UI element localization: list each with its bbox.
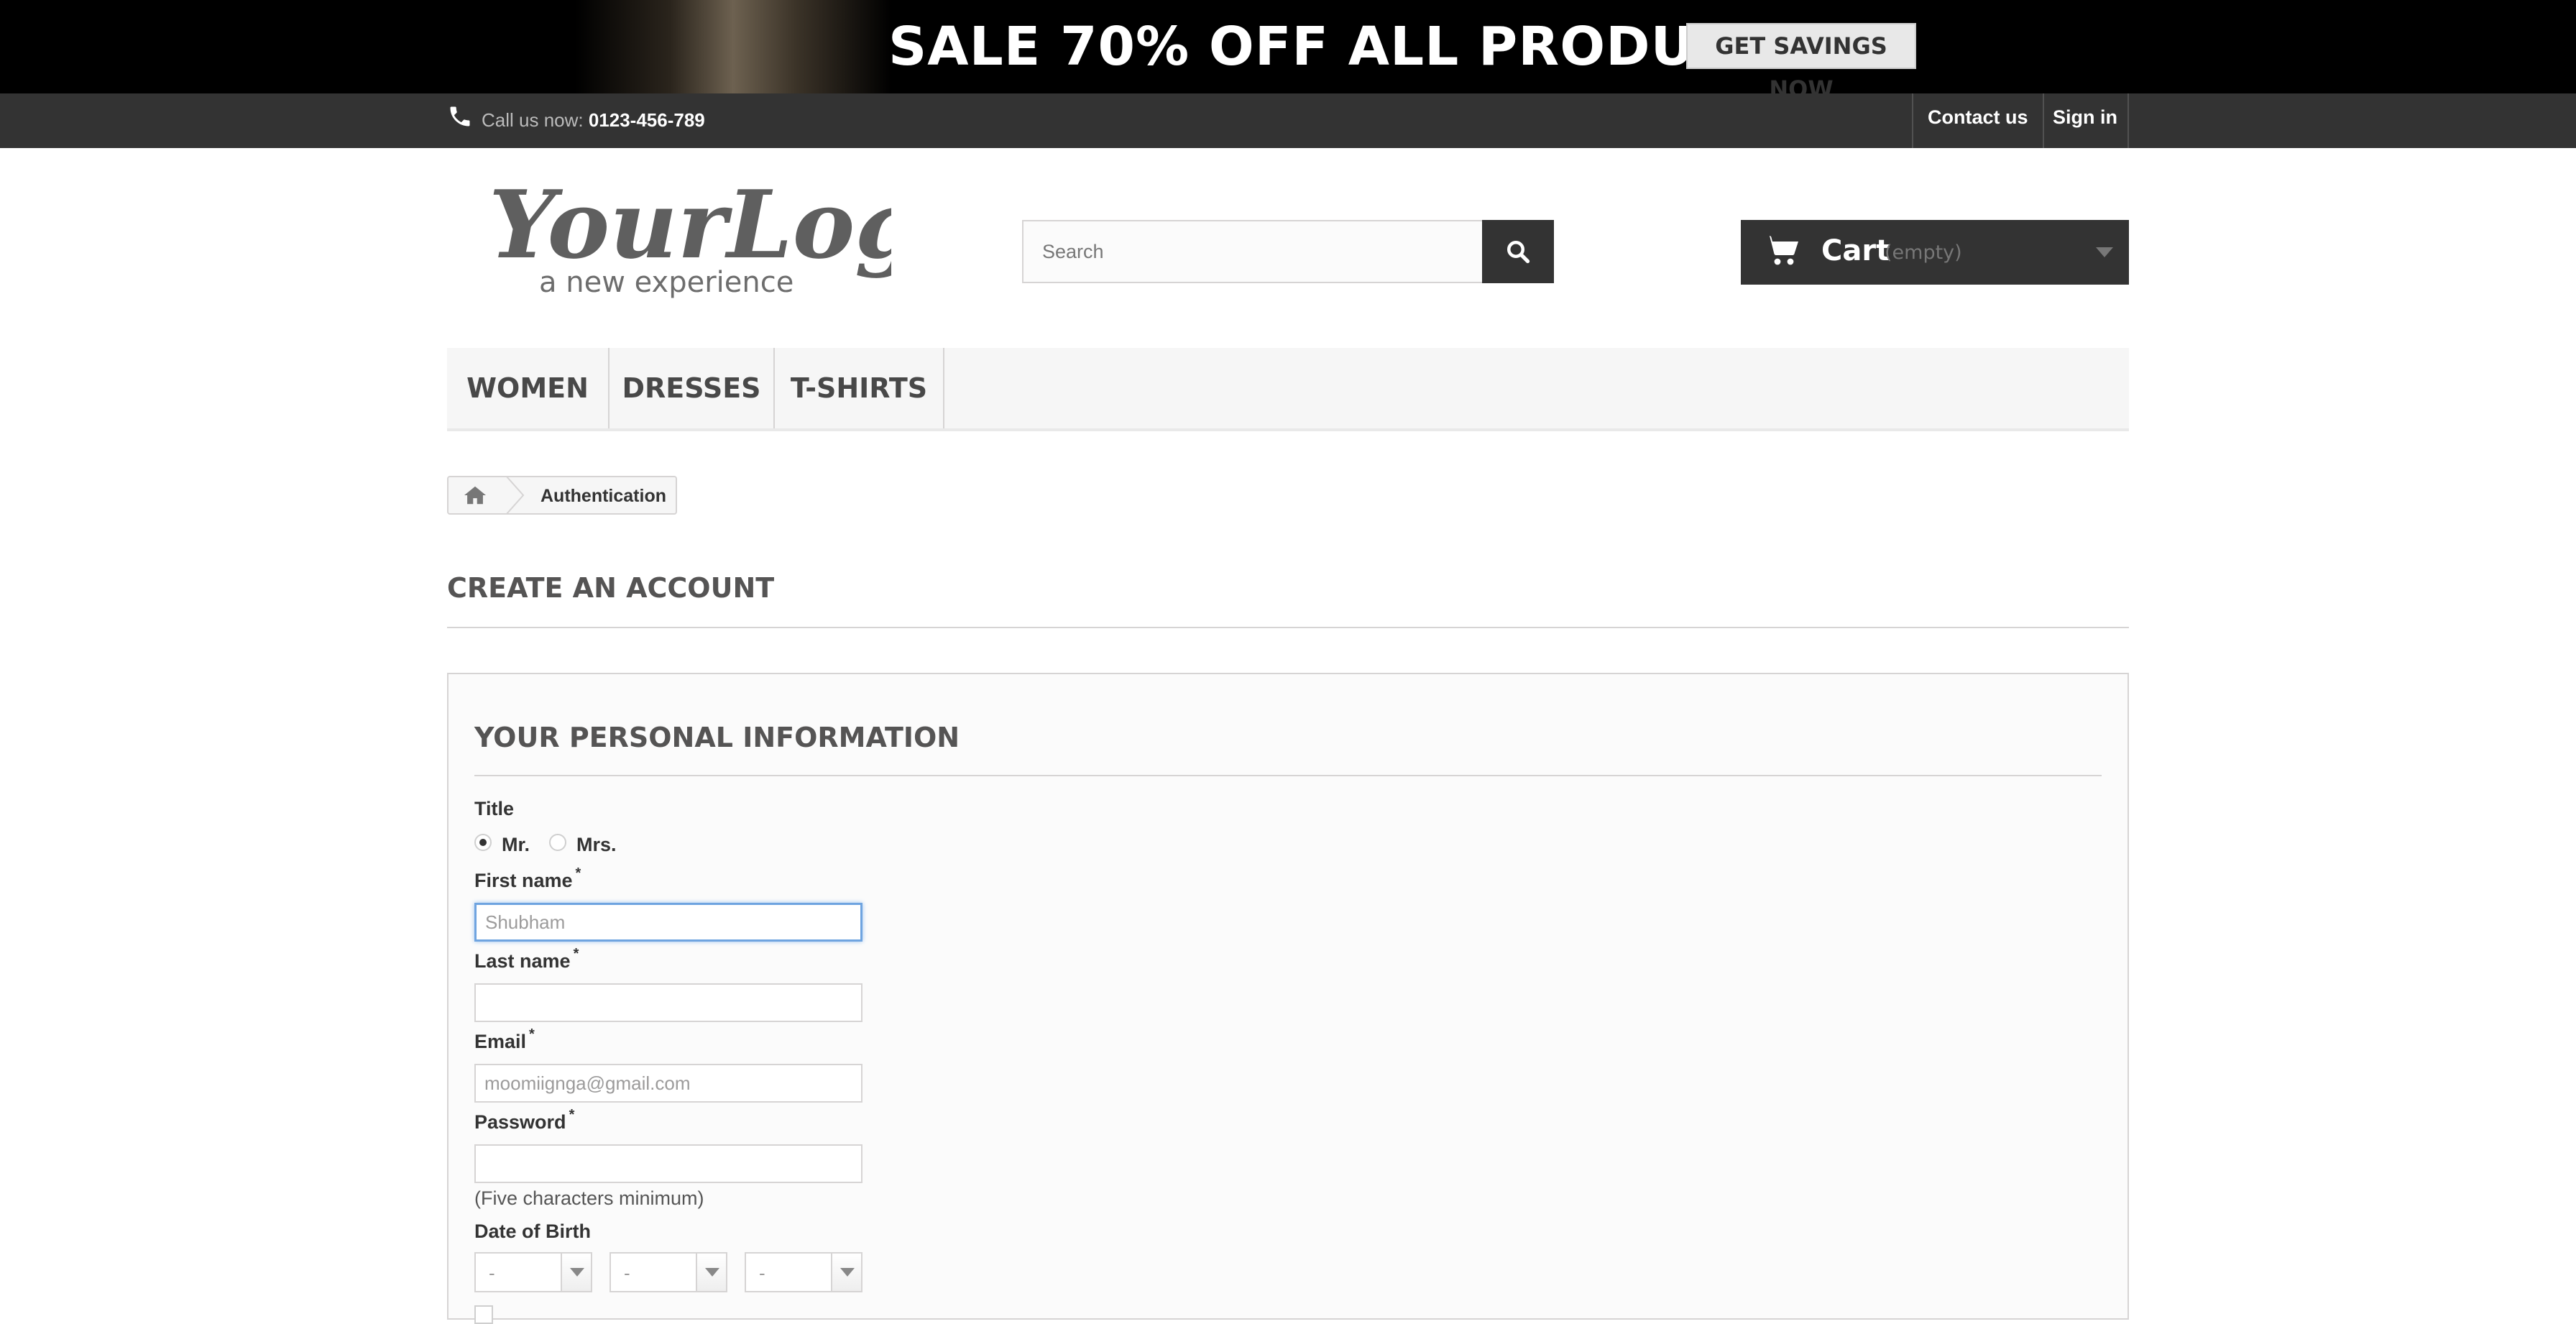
radio-mrs[interactable]: [549, 834, 566, 851]
last-name-field[interactable]: [474, 983, 862, 1022]
password-hint: (Five characters minimum): [474, 1187, 704, 1209]
radio-mrs-label[interactable]: Mrs.: [576, 834, 617, 856]
title-label: Title: [474, 798, 515, 819]
menu-tab-women[interactable]: WOMEN: [447, 348, 610, 428]
page-title: CREATE AN ACCOUNT: [447, 572, 775, 604]
main-menu: WOMEN DRESSES T-SHIRTS: [447, 348, 2129, 431]
first-name-field[interactable]: [474, 903, 862, 942]
sign-in-link[interactable]: Sign in: [2053, 106, 2117, 129]
top-nav-bar: Call us now: 0123-456-789 Contact us Sig…: [0, 93, 2576, 148]
dob-month-select[interactable]: -: [610, 1252, 727, 1292]
email-field[interactable]: [474, 1064, 862, 1103]
chevron-down-icon: [2096, 247, 2113, 257]
section-title: YOUR PERSONAL INFORMATION: [474, 722, 960, 753]
chevron-down-icon: [831, 1254, 861, 1291]
menu-tab-tshirts[interactable]: T-SHIRTS: [775, 348, 944, 428]
logo-tagline: a new experience: [539, 266, 794, 299]
cart-label: Cart: [1821, 234, 1890, 267]
password-label: Password *: [474, 1107, 575, 1133]
nav-divider: [2128, 93, 2129, 148]
dob-year-select[interactable]: -: [745, 1252, 862, 1292]
chevron-down-icon: [696, 1254, 726, 1291]
contact-us-link[interactable]: Contact us: [1928, 106, 2028, 129]
dob-year-value: -: [759, 1262, 765, 1284]
get-savings-button[interactable]: GET SAVINGS NOW: [1686, 23, 1916, 103]
banner-headline: SALE 70% OFF ALL PRODUCTS: [888, 16, 1811, 78]
dob-month-value: -: [624, 1262, 630, 1284]
required-mark: *: [569, 1107, 575, 1123]
last-name-label: Last name *: [474, 946, 579, 972]
store-logo[interactable]: YourLogo a new experience: [482, 178, 891, 300]
breadcrumb-separator: [505, 476, 525, 515]
required-mark: *: [529, 1026, 535, 1042]
nav-divider: [1912, 93, 1913, 148]
nav-divider: [2043, 93, 2044, 148]
password-field[interactable]: [474, 1144, 862, 1183]
radio-mr[interactable]: [474, 834, 492, 851]
phone-icon: [450, 106, 470, 127]
breadcrumb: Authentication: [447, 476, 677, 515]
required-mark: *: [573, 946, 579, 962]
dob-day-value: -: [489, 1262, 495, 1284]
email-label: Email *: [474, 1026, 535, 1052]
call-us-text: Call us now: 0123-456-789: [482, 109, 705, 131]
section-divider: [474, 775, 2102, 776]
newsletter-checkbox[interactable]: [474, 1305, 493, 1324]
home-icon[interactable]: [463, 484, 487, 506]
radio-mr-label[interactable]: Mr.: [502, 834, 530, 856]
cart-status: (empty): [1885, 242, 1962, 264]
cart-dropdown[interactable]: Cart (empty): [1741, 220, 2129, 285]
promo-banner[interactable]: SALE 70% OFF ALL PRODUCTS GET SAVINGS NO…: [0, 0, 2576, 103]
search-input[interactable]: [1022, 220, 1484, 283]
breadcrumb-current: Authentication: [540, 486, 666, 506]
dob-day-select[interactable]: -: [474, 1252, 592, 1292]
first-name-label: First name *: [474, 865, 581, 891]
shopping-cart-icon: [1764, 236, 1798, 265]
logo-wordmark: YourLogo: [489, 178, 891, 280]
dob-label: Date of Birth: [474, 1220, 591, 1242]
chevron-down-icon: [561, 1254, 591, 1291]
search-icon: [1507, 241, 1530, 264]
search-button[interactable]: [1482, 220, 1554, 283]
menu-tab-dresses[interactable]: DRESSES: [610, 348, 775, 428]
required-mark: *: [575, 865, 581, 881]
phone-number: 0123-456-789: [588, 109, 705, 131]
banner-model-image: [575, 0, 891, 93]
title-divider: [447, 627, 2129, 628]
